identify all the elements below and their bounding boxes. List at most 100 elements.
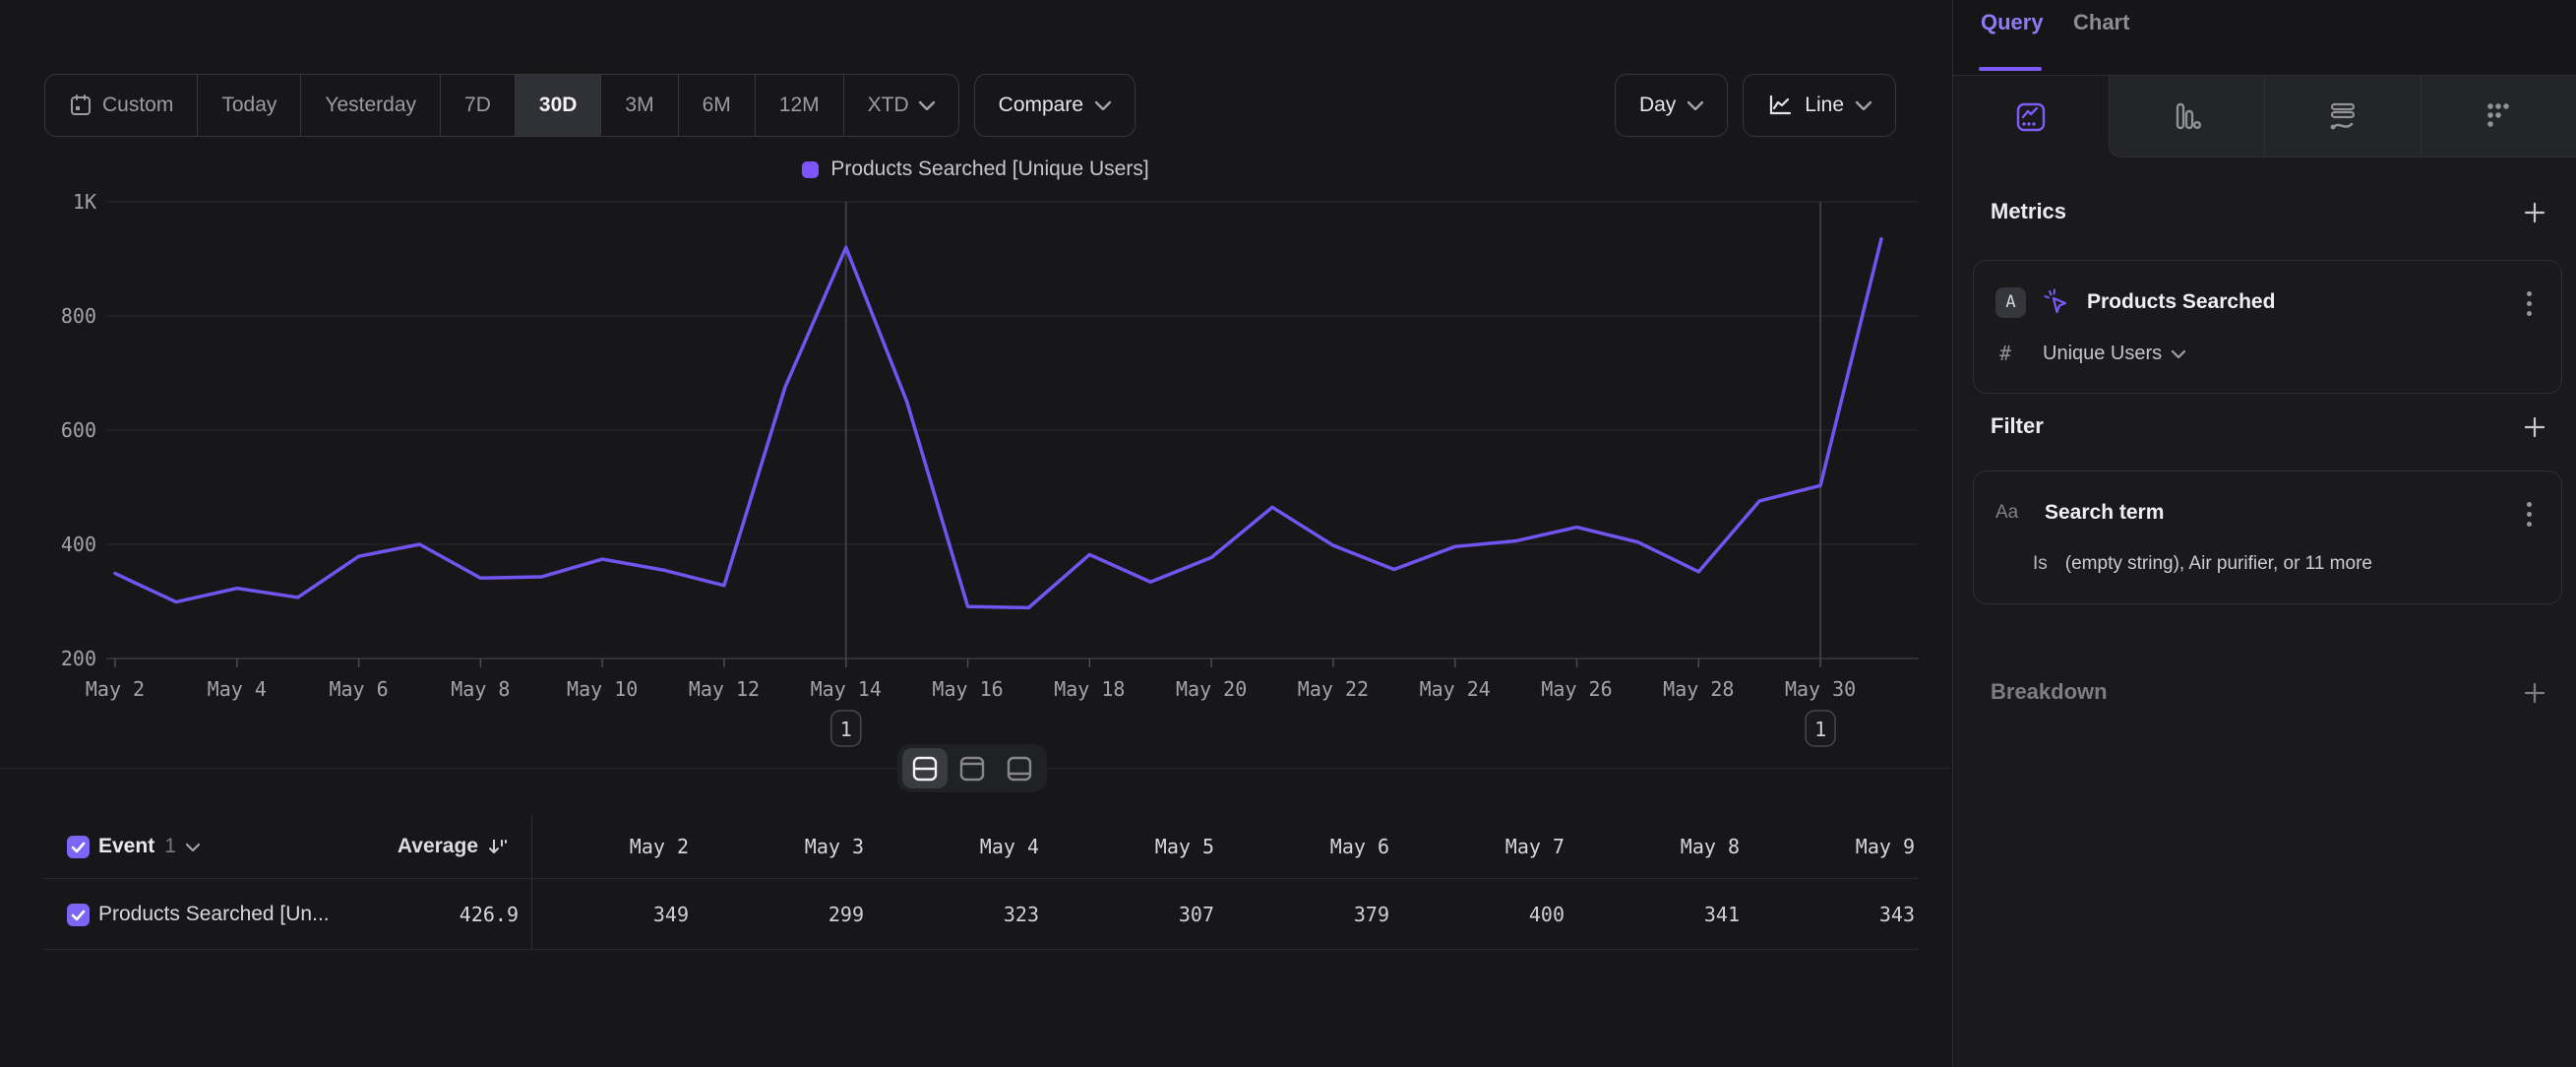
range-label: 7D (464, 94, 491, 117)
date-column-value: 343 (1879, 879, 1915, 950)
tab-flows[interactable] (2264, 76, 2421, 157)
granularity-label: Day (1639, 94, 1676, 117)
add-metric-button[interactable] (2521, 199, 2548, 226)
x-axis-label: May 10 (567, 677, 638, 701)
aggregation-label: Unique Users (2043, 343, 2162, 365)
series-line[interactable] (115, 239, 1881, 608)
date-column-header[interactable]: May 2 (630, 815, 689, 878)
range-label: Today (221, 94, 276, 117)
date-column-header[interactable]: May 8 (1681, 815, 1740, 878)
date-column-value: 307 (1179, 879, 1214, 950)
layout-chart-only-button[interactable] (950, 748, 995, 788)
annotation-badge-label: 1 (840, 718, 852, 741)
calendar-icon (69, 94, 92, 117)
row-bottom-border (44, 949, 1919, 950)
layout-top-icon (957, 755, 987, 783)
x-axis-label: May 28 (1663, 677, 1734, 701)
y-axis-label: 400 (61, 533, 96, 556)
date-column-header[interactable]: May 7 (1505, 815, 1564, 878)
tab-insights[interactable] (1953, 76, 2109, 157)
event-column-header[interactable]: Event 1 (98, 815, 200, 878)
date-column-header[interactable]: May 4 (980, 815, 1039, 878)
add-breakdown-button[interactable] (2521, 679, 2548, 707)
layout-toggle-group (897, 744, 1047, 792)
date-column-value: 349 (653, 879, 689, 950)
date-column-header[interactable]: May 3 (805, 815, 864, 878)
tab-query[interactable]: Query (1981, 10, 2044, 35)
range-label: 6M (703, 94, 731, 117)
y-axis-label: 200 (61, 647, 96, 670)
range-label: 3M (625, 94, 653, 117)
x-axis-label: May 12 (689, 677, 760, 701)
filter-condition-row[interactable]: Is (empty string), Air purifier, or 11 m… (2033, 546, 2538, 582)
check-icon (71, 910, 86, 921)
filter-card[interactable]: Aa Search term Is (empty string), Air pu… (1973, 471, 2562, 604)
x-axis-label: May 2 (86, 677, 145, 701)
layout-table-only-button[interactable] (997, 748, 1042, 788)
date-column-header[interactable]: May 6 (1330, 815, 1389, 878)
range-custom[interactable]: Custom (45, 75, 198, 136)
event-cursor-icon (2042, 287, 2071, 317)
filter-operator: Is (2033, 553, 2048, 575)
metrics-heading: Metrics (1991, 199, 2066, 224)
x-axis-label: May 16 (932, 677, 1003, 701)
aggregation-dropdown[interactable]: Unique Users (2043, 343, 2185, 365)
y-axis-label: 1K (73, 190, 96, 214)
tab-funnels[interactable] (2109, 76, 2265, 157)
chart-type-dropdown[interactable]: Line (1743, 74, 1896, 137)
granularity-dropdown[interactable]: Day (1615, 74, 1728, 137)
x-axis-label: May 4 (208, 677, 267, 701)
y-axis-label: 600 (61, 418, 96, 442)
compare-button[interactable]: Compare (974, 74, 1135, 137)
line-chart[interactable]: 1K80060040020011May 2May 4May 6May 8May … (0, 138, 1951, 778)
table-row[interactable]: Products Searched [Un... 426.9 349299323… (0, 879, 1951, 950)
retention-icon (2482, 99, 2515, 133)
range-30d[interactable]: 30D (516, 75, 602, 136)
metric-options-kebab-icon[interactable] (2516, 286, 2542, 320)
filter-heading: Filter (1991, 413, 2044, 439)
filter-options-kebab-icon[interactable] (2516, 497, 2542, 531)
range-7d[interactable]: 7D (441, 75, 516, 136)
date-range-segmented-control: Custom Today Yesterday 7D 30D 3M 6M 12MXTD (44, 74, 959, 137)
date-column-value: 379 (1354, 879, 1389, 950)
chevron-down-icon (186, 843, 200, 851)
x-axis-label: May 14 (811, 677, 882, 701)
add-filter-button[interactable] (2521, 413, 2548, 441)
date-column-header[interactable]: May 9 (1856, 815, 1915, 878)
filter-value: (empty string), Air purifier, or 11 more (2065, 553, 2372, 575)
x-axis-label: May 20 (1176, 677, 1247, 701)
annotation-badge-label: 1 (1814, 718, 1826, 741)
range-yesterday[interactable]: Yesterday (301, 75, 441, 136)
metric-card[interactable]: A Products Searched # Unique Users (1973, 260, 2562, 394)
row-checkbox[interactable] (67, 904, 90, 926)
tab-retention[interactable] (2421, 76, 2576, 157)
plus-icon (2523, 201, 2546, 224)
range-today[interactable]: Today (198, 75, 301, 136)
range-label: Yesterday (325, 94, 416, 117)
plus-icon (2523, 681, 2546, 705)
chevron-down-icon (2172, 349, 2185, 358)
y-axis-label: 800 (61, 304, 96, 328)
average-column-header[interactable]: Average (398, 815, 510, 878)
layout-split-button[interactable] (902, 748, 948, 788)
range-xtd[interactable]: XTD (844, 75, 958, 136)
range-12m[interactable]: 12M (756, 75, 844, 136)
tab-chart[interactable]: Chart (2073, 10, 2129, 35)
check-icon (71, 842, 86, 853)
range-3m[interactable]: 3M (601, 75, 678, 136)
average-header-label: Average (398, 835, 478, 858)
report-type-tabs (1953, 75, 2576, 157)
select-all-checkbox[interactable] (67, 836, 90, 858)
filter-property-name: Search term (2045, 501, 2164, 525)
x-axis-label: May 24 (1420, 677, 1491, 701)
toolbar-right-group: Day Line (1615, 74, 1896, 137)
filter-card-title-row: Aa Search term (1995, 493, 2506, 533)
date-column-header[interactable]: May 5 (1155, 815, 1214, 878)
chevron-down-icon (1856, 100, 1871, 110)
analytics-app: Custom Today Yesterday 7D 30D 3M 6M 12MXTD Comp… (0, 0, 2576, 1067)
date-column-value: 299 (828, 879, 864, 950)
x-axis-label: May 18 (1054, 677, 1125, 701)
row-average-value: 426.9 (460, 879, 519, 950)
metric-letter-badge: A (1995, 287, 2026, 318)
range-6m[interactable]: 6M (679, 75, 756, 136)
